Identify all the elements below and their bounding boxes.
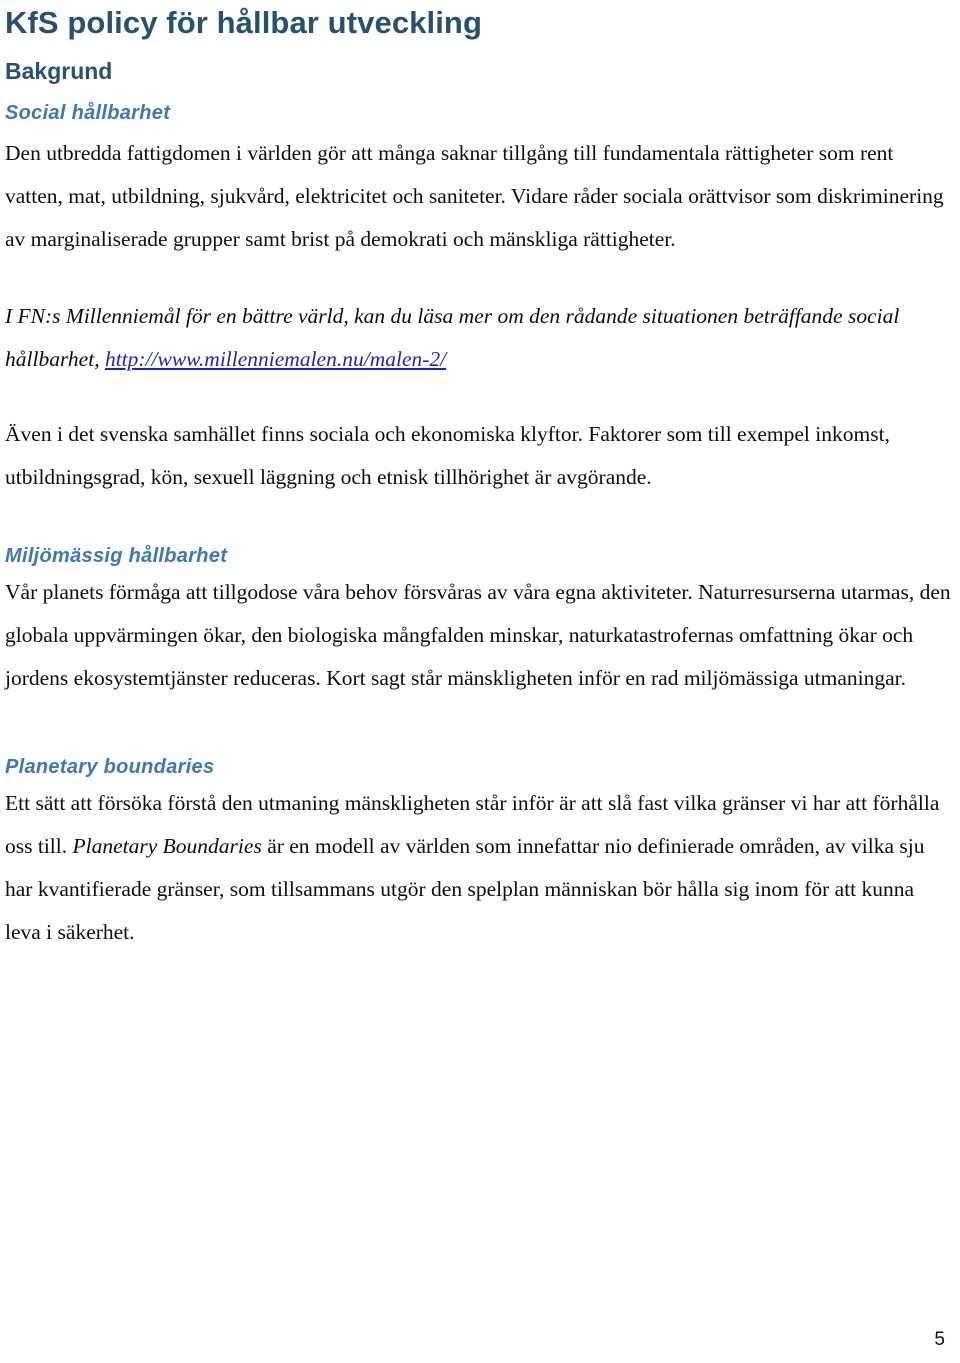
document-page: KfS policy för hållbar utveckling Bakgru… bbox=[0, 0, 960, 1363]
page-title: KfS policy för hållbar utveckling bbox=[5, 5, 483, 40]
subsection-heading-planetary-boundaries: Planetary boundaries bbox=[5, 756, 215, 778]
paragraph-millenniemal: I FN:s Millenniemål för en bättre värld,… bbox=[5, 295, 953, 381]
planetary-boundaries-emphasis: Planetary Boundaries bbox=[72, 834, 262, 858]
page-content: KfS policy för hållbar utveckling Bakgru… bbox=[5, 0, 953, 954]
section-heading-bakgrund: Bakgrund bbox=[5, 58, 113, 84]
subsection-heading-social-hallbarhet: Social hållbarhet bbox=[5, 102, 171, 124]
paragraph-planetary-boundaries: Ett sätt att försöka förstå den utmaning… bbox=[5, 782, 953, 954]
paragraph-svenska-samhallet: Även i det svenska samhället finns socia… bbox=[5, 422, 890, 489]
subsection-heading-miljomassig-hallbarhet: Miljömässig hållbarhet bbox=[5, 545, 228, 567]
paragraph-miljomassig: Vår planets förmåga att tillgodose våra … bbox=[5, 580, 951, 690]
page-number: 5 bbox=[934, 1329, 945, 1350]
millenniemalen-link[interactable]: http://www.millenniemalen.nu/malen-2/ bbox=[105, 347, 446, 371]
paragraph-social-intro: Den utbredda fattigdomen i världen gör a… bbox=[5, 141, 944, 251]
